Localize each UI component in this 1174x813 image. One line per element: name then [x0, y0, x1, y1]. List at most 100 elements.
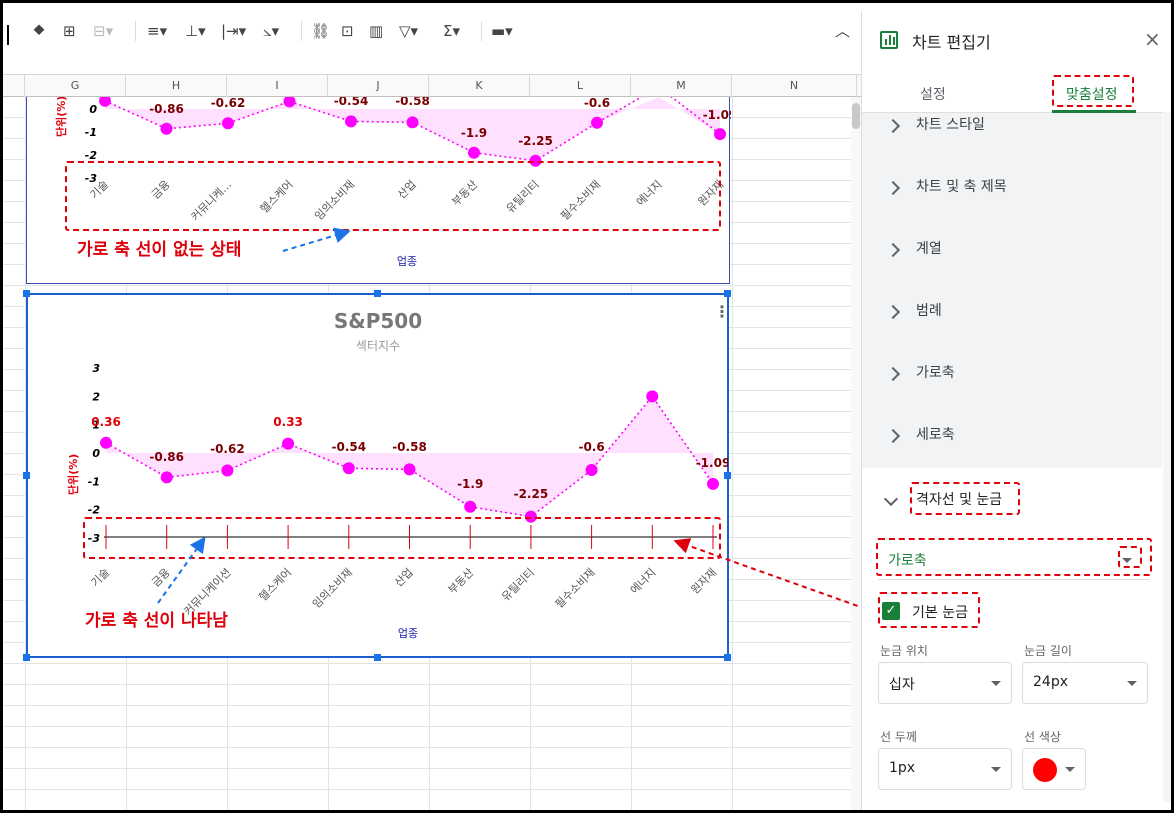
close-icon[interactable]: × [1144, 27, 1161, 51]
line-color-label: 선 색상 [1024, 730, 1061, 744]
section-legend[interactable]: 범례 [862, 287, 1162, 337]
chart-bottom-category-label: 헬스케어 [256, 566, 294, 604]
comment-icon[interactable]: ⊡ [341, 21, 354, 41]
chart-bottom-ytick-label: -1 [88, 475, 100, 488]
chart-bottom[interactable]: S&P500 섹터지수 단위(%) 업종 ⋮ 3210-1-2-3기술금융커뮤니… [26, 293, 729, 658]
chart-top-ytick-label: -1 [85, 126, 97, 139]
chart-bottom-point [160, 471, 173, 484]
insert-chart-icon[interactable]: ▥ [369, 21, 383, 41]
chart-top-xlabel: 업종 [397, 255, 417, 268]
panel-scrollbar[interactable] [1163, 112, 1171, 802]
functions-icon[interactable]: Σ▾ [443, 21, 460, 41]
column-header-j[interactable]: J [328, 75, 429, 97]
chart-top-ytick-label: 0 [89, 103, 97, 116]
chart-top-value-label: -0.58 [395, 97, 430, 108]
column-header-i[interactable]: I [227, 75, 328, 97]
annotation-box-gridlines [910, 482, 1020, 515]
chart-bottom-value-label: -0.54 [332, 440, 367, 454]
chart-bottom-value-label: -1.9 [457, 477, 483, 491]
text-wrap-icon[interactable]: |⇥▾ [221, 21, 246, 41]
annotation-box-axis [83, 517, 721, 559]
chart-bottom-point [100, 436, 112, 449]
chart-bottom-point [464, 500, 477, 513]
chart-bottom-point [646, 390, 659, 403]
chart-top-value-label: -0.86 [149, 102, 184, 116]
annotation-box-axis-dropdown [1118, 546, 1142, 568]
line-thickness-label: 선 두께 [880, 730, 917, 744]
chart-top-value-label: -0.54 [334, 97, 369, 108]
chart-bottom-value-label: -0.86 [149, 450, 184, 464]
column-header-n[interactable]: N [732, 75, 857, 97]
chart-top-point [714, 128, 726, 141]
sheet-scrollbar[interactable] [851, 97, 861, 810]
chart-bottom-point [403, 463, 416, 476]
column-header-h[interactable]: H [126, 75, 227, 97]
section-vertical-axis[interactable]: 세로축 [862, 411, 1162, 461]
chart-top-point [468, 146, 480, 159]
chart-top-value-label: -2.25 [518, 134, 553, 148]
column-header-m[interactable]: M [631, 75, 732, 97]
chart-top-point [591, 116, 603, 129]
chart-top-point [222, 117, 234, 130]
chart-top-point [160, 122, 173, 135]
annotation-axis-line-shown: 가로 축 선이 나타남 [85, 611, 228, 631]
chart-bottom-subtitle: 섹터지수 [356, 339, 400, 353]
resize-handle[interactable] [23, 654, 30, 661]
section-series[interactable]: 계열 [862, 225, 1162, 275]
chart-bottom-point [282, 437, 295, 450]
filter-icon[interactable]: ▽▾ [399, 21, 418, 41]
chart-top-value-label: -0.62 [211, 97, 246, 110]
line-thickness-select[interactable]: 1px [878, 748, 1012, 790]
chart-bottom-category-label: 산업 [392, 566, 416, 590]
resize-handle[interactable] [23, 472, 30, 479]
chart-bottom-value-label: -0.58 [392, 440, 427, 454]
align-horizontal-icon[interactable]: ≡▾ [147, 21, 167, 41]
tick-length-select[interactable]: 24px [1022, 662, 1148, 704]
chart-bottom-ytick-label: 2 [92, 390, 100, 403]
screenshot-frame: ⯁ ⊞ ⊟▾ ≡▾ ⊥▾ |⇥▾ ⦣▾ ⛓ ⊡ ▥ ▽▾ Σ▾ ▬▾ ︿ G H… [0, 0, 1174, 813]
chart-bottom-point [342, 462, 355, 475]
sheet-scrollbar-thumb[interactable] [852, 103, 860, 129]
chart-editor-icon [880, 31, 898, 49]
annotation-box-no-axis [65, 161, 721, 231]
chevron-down-icon[interactable] [883, 491, 899, 507]
chevron-up-icon[interactable]: ︿ [835, 21, 850, 41]
align-vertical-icon[interactable]: ⊥▾ [185, 21, 206, 41]
column-header-g[interactable]: G [25, 75, 126, 97]
paint-bucket-icon[interactable]: ⯁ [33, 21, 45, 41]
resize-handle[interactable] [23, 290, 30, 297]
chart-bottom-category-label: 유틸리티 [499, 566, 537, 604]
borders-icon[interactable]: ⊞ [63, 21, 76, 41]
tick-length-label: 눈금 길이 [1024, 644, 1072, 658]
column-header-k[interactable]: K [429, 75, 530, 97]
chart-bottom-value-label: 0.36 [91, 415, 121, 429]
chart-more-icon[interactable]: ⋮ [714, 302, 728, 321]
column-header-l[interactable]: L [530, 75, 631, 97]
chart-top-value-label: -0.6 [584, 97, 610, 110]
merge-cells-icon[interactable]: ⊟▾ [93, 21, 113, 41]
chart-bottom-point [707, 477, 719, 490]
chart-bottom-category-label: 임의소비재 [310, 566, 355, 611]
line-color-select[interactable] [1022, 748, 1086, 790]
resize-handle[interactable] [724, 290, 731, 297]
chart-top-ylabel: 단위(%) [54, 97, 68, 137]
resize-handle[interactable] [374, 290, 381, 297]
chart-top-value-label: -1.9 [461, 126, 487, 140]
toolbar: ⯁ ⊞ ⊟▾ ≡▾ ⊥▾ |⇥▾ ⦣▾ ⛓ ⊡ ▥ ▽▾ Σ▾ ▬▾ ︿ [3, 11, 861, 51]
section-horizontal-axis[interactable]: 가로축 [862, 349, 1162, 399]
annotation-no-axis-line: 가로 축 선이 없는 상태 [77, 240, 242, 260]
chart-bottom-point [585, 463, 598, 476]
resize-handle[interactable] [374, 654, 381, 661]
chart-top-point [406, 116, 419, 129]
link-icon[interactable]: ⛓ [311, 21, 330, 41]
tick-position-select[interactable]: 십자 [878, 662, 1012, 704]
resize-handle[interactable] [724, 472, 731, 479]
text-rotate-icon[interactable]: ⦣▾ [263, 21, 279, 41]
input-tools-icon[interactable]: ▬▾ [491, 21, 513, 41]
chart-bottom-plot: S&P500 섹터지수 단위(%) 업종 ⋮ 3210-1-2-3기술금융커뮤니… [66, 302, 728, 640]
annotation-box-major-ticks [878, 592, 980, 628]
section-chart-style[interactable]: 차트 스타일 [862, 101, 1162, 151]
chart-bottom-ytick-label: -2 [88, 504, 101, 517]
resize-handle[interactable] [724, 654, 731, 661]
section-chart-axis-titles[interactable]: 차트 및 축 제목 [862, 163, 1162, 213]
